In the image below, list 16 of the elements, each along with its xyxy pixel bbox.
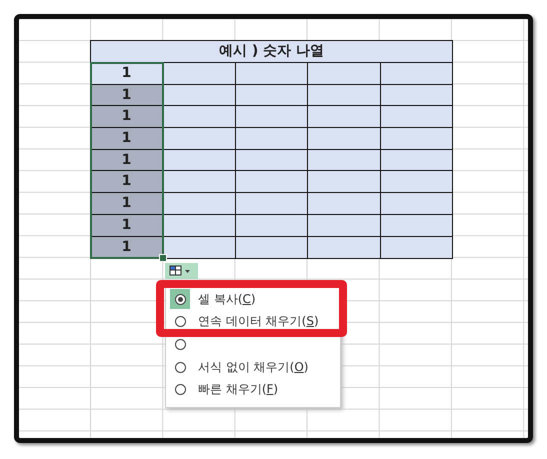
table-cell: 1 bbox=[91, 171, 163, 194]
table-cell: 1 bbox=[91, 214, 163, 236]
radio-button[interactable] bbox=[170, 289, 190, 310]
autofill-options-button[interactable] bbox=[165, 263, 198, 279]
table-cell: 1 bbox=[91, 84, 163, 106]
menu-item[interactable]: 서식 없이 채우기(O) bbox=[166, 356, 340, 378]
table-cell: 1 bbox=[91, 236, 163, 258]
table-cell: 1 bbox=[91, 106, 163, 128]
table-cell: 1 bbox=[91, 193, 163, 215]
menu-item[interactable]: 빠른 채우기(F) bbox=[166, 378, 340, 401]
menu-item[interactable]: 연속 데이터 채우기(S) bbox=[166, 310, 340, 334]
table-title: 예시 ) 숫자 나열 bbox=[91, 41, 452, 63]
table-cell: 1 bbox=[91, 128, 163, 150]
fill-handle[interactable] bbox=[159, 254, 167, 262]
table-cell: 1 bbox=[91, 150, 163, 172]
menu-item[interactable]: 셀 복사(C) bbox=[166, 288, 340, 311]
